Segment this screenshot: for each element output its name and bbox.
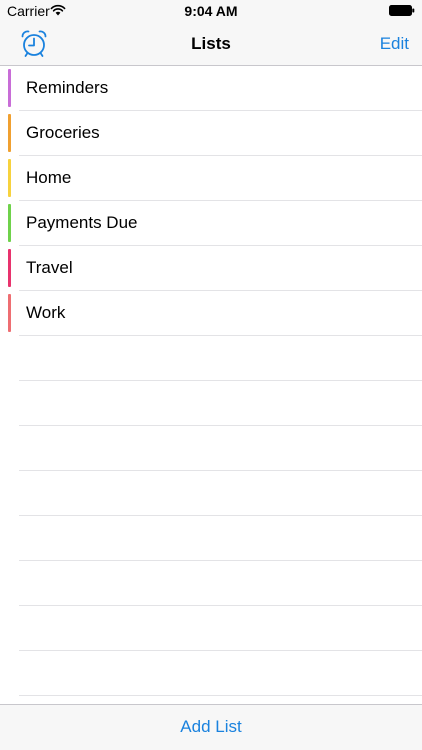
list-color-bar [8, 249, 11, 287]
list-item[interactable]: Travel [0, 246, 422, 291]
list-color-bar [8, 294, 11, 332]
list-item[interactable]: Home [0, 156, 422, 201]
list-item-label: Home [26, 168, 72, 187]
status-bar: Carrier 9:04 AM [0, 0, 422, 24]
list-item[interactable]: Groceries [0, 111, 422, 156]
edit-button[interactable]: Edit [380, 34, 409, 54]
list-item-label: Work [26, 303, 66, 322]
status-time: 9:04 AM [184, 3, 238, 19]
list-item-label: Groceries [26, 123, 100, 142]
empty-row [0, 426, 422, 471]
list-color-bar [8, 69, 11, 107]
bottom-toolbar: Add List [0, 704, 422, 750]
list-item-label: Travel [26, 258, 73, 277]
add-list-button[interactable]: Add List [0, 717, 422, 737]
navigation-bar: Lists Edit [0, 24, 422, 66]
empty-row [0, 336, 422, 381]
list-color-bar [8, 159, 11, 197]
list-item-label: Reminders [26, 78, 109, 97]
page-title: Lists [191, 34, 231, 53]
list-item[interactable]: Reminders [0, 66, 422, 111]
battery-icon [389, 5, 415, 16]
empty-row [0, 561, 422, 606]
lists-list: Reminders Groceries Home Payments Due Tr… [0, 66, 422, 704]
empty-row [0, 651, 422, 696]
list-item-label: Payments Due [26, 213, 138, 232]
list-color-bar [8, 204, 11, 242]
alarm-clock-icon[interactable] [18, 28, 50, 60]
list-item[interactable]: Payments Due [0, 201, 422, 246]
empty-row [0, 606, 422, 651]
list-color-bar [8, 114, 11, 152]
empty-row [0, 381, 422, 426]
screen: Carrier 9:04 AM Lists Edit Reminders Gro… [0, 0, 422, 750]
empty-row [0, 471, 422, 516]
empty-row [0, 516, 422, 561]
list-item[interactable]: Work [0, 291, 422, 336]
